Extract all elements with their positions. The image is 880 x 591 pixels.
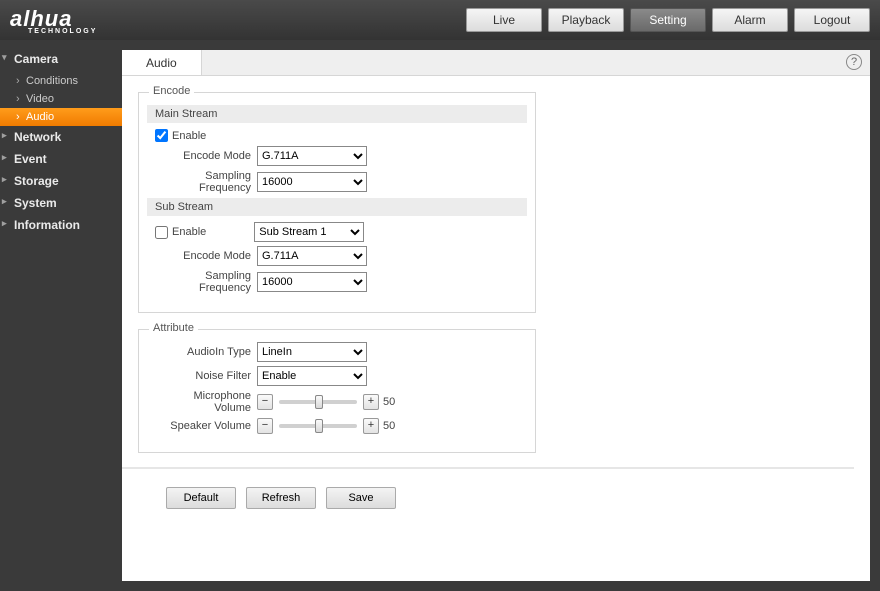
sub-freq-row: Sampling Frequency 16000 (155, 270, 527, 294)
content: Audio ? Encode Main Stream Enable Encode… (122, 40, 880, 591)
sub-enable-label: Enable (172, 226, 206, 238)
nav-alarm[interactable]: Alarm (712, 8, 788, 32)
nav-setting[interactable]: Setting (630, 8, 706, 32)
sub-stream-header: Sub Stream (147, 198, 527, 216)
sidebar-group-information[interactable]: Information (0, 214, 122, 236)
noise-row: Noise Filter Enable (155, 366, 527, 386)
mic-volume-label: Microphone Volume (155, 390, 251, 414)
main-mode-select[interactable]: G.711A (257, 146, 367, 166)
sub-mode-select[interactable]: G.711A (257, 246, 367, 266)
attribute-legend: Attribute (149, 322, 198, 334)
nav-logout[interactable]: Logout (794, 8, 870, 32)
button-bar: Default Refresh Save (166, 487, 870, 509)
encode-legend: Encode (149, 85, 194, 97)
sub-enable-row: Enable Sub Stream 1 (155, 222, 527, 242)
help-icon[interactable]: ? (846, 54, 862, 70)
spk-volume-label: Speaker Volume (155, 420, 251, 432)
noise-select[interactable]: Enable (257, 366, 367, 386)
brand-name: alhua (10, 6, 72, 31)
sidebar-group-event[interactable]: Event (0, 148, 122, 170)
main-enable-checkbox[interactable] (155, 129, 168, 142)
main-enable-label: Enable (172, 130, 206, 142)
sub-freq-select[interactable]: 16000 (257, 272, 367, 292)
tabbar: Audio (122, 50, 870, 76)
panel: Audio ? Encode Main Stream Enable Encode… (122, 50, 870, 581)
sidebar-item-video[interactable]: Video (0, 90, 122, 108)
sidebar-group-storage[interactable]: Storage (0, 170, 122, 192)
mic-volume-row: Microphone Volume − + 50 (155, 390, 527, 414)
header: alhua TECHNOLOGY Live Playback Setting A… (0, 0, 880, 40)
spk-volume-value: 50 (383, 420, 395, 432)
main-mode-label: Encode Mode (155, 150, 251, 162)
main-enable-row: Enable (155, 129, 527, 142)
main-stream-header: Main Stream (147, 105, 527, 123)
encode-fieldset: Encode Main Stream Enable Encode Mode G.… (138, 92, 536, 313)
mic-slider-thumb[interactable] (315, 395, 323, 409)
audioin-select[interactable]: LineIn (257, 342, 367, 362)
spk-slider-thumb[interactable] (315, 419, 323, 433)
main-freq-select[interactable]: 16000 (257, 172, 367, 192)
tab-audio[interactable]: Audio (122, 50, 202, 75)
brand-logo: alhua TECHNOLOGY (10, 6, 97, 35)
audioin-label: AudioIn Type (155, 346, 251, 358)
refresh-button[interactable]: Refresh (246, 487, 316, 509)
main-freq-row: Sampling Frequency 16000 (155, 170, 527, 194)
sub-stream-select[interactable]: Sub Stream 1 (254, 222, 364, 242)
spk-plus-button[interactable]: + (363, 418, 379, 434)
audioin-row: AudioIn Type LineIn (155, 342, 527, 362)
main: Camera Conditions Video Audio Network Ev… (0, 40, 880, 591)
save-button[interactable]: Save (326, 487, 396, 509)
default-button[interactable]: Default (166, 487, 236, 509)
mic-plus-button[interactable]: + (363, 394, 379, 410)
sub-mode-row: Encode Mode G.711A (155, 246, 527, 266)
mic-minus-button[interactable]: − (257, 394, 273, 410)
nav-playback[interactable]: Playback (548, 8, 624, 32)
sub-freq-label: Sampling Frequency (155, 270, 251, 294)
main-freq-label: Sampling Frequency (155, 170, 251, 194)
sub-mode-label: Encode Mode (155, 250, 251, 262)
divider (122, 467, 854, 469)
attribute-fieldset: Attribute AudioIn Type LineIn Noise Filt… (138, 329, 536, 453)
spk-volume-slider: − + 50 (257, 418, 395, 434)
spk-minus-button[interactable]: − (257, 418, 273, 434)
mic-slider-track[interactable] (279, 400, 357, 404)
noise-label: Noise Filter (155, 370, 251, 382)
spk-volume-row: Speaker Volume − + 50 (155, 418, 527, 434)
sub-enable-checkbox[interactable] (155, 226, 168, 239)
sidebar: Camera Conditions Video Audio Network Ev… (0, 40, 122, 591)
sidebar-group-camera[interactable]: Camera (0, 48, 122, 72)
sidebar-item-audio[interactable]: Audio (0, 108, 122, 126)
mic-volume-value: 50 (383, 396, 395, 408)
main-mode-row: Encode Mode G.711A (155, 146, 527, 166)
brand-sub: TECHNOLOGY (28, 28, 97, 35)
sidebar-group-system[interactable]: System (0, 192, 122, 214)
sidebar-group-network[interactable]: Network (0, 126, 122, 148)
spk-slider-track[interactable] (279, 424, 357, 428)
mic-volume-slider: − + 50 (257, 394, 395, 410)
sidebar-item-conditions[interactable]: Conditions (0, 72, 122, 90)
nav-live[interactable]: Live (466, 8, 542, 32)
